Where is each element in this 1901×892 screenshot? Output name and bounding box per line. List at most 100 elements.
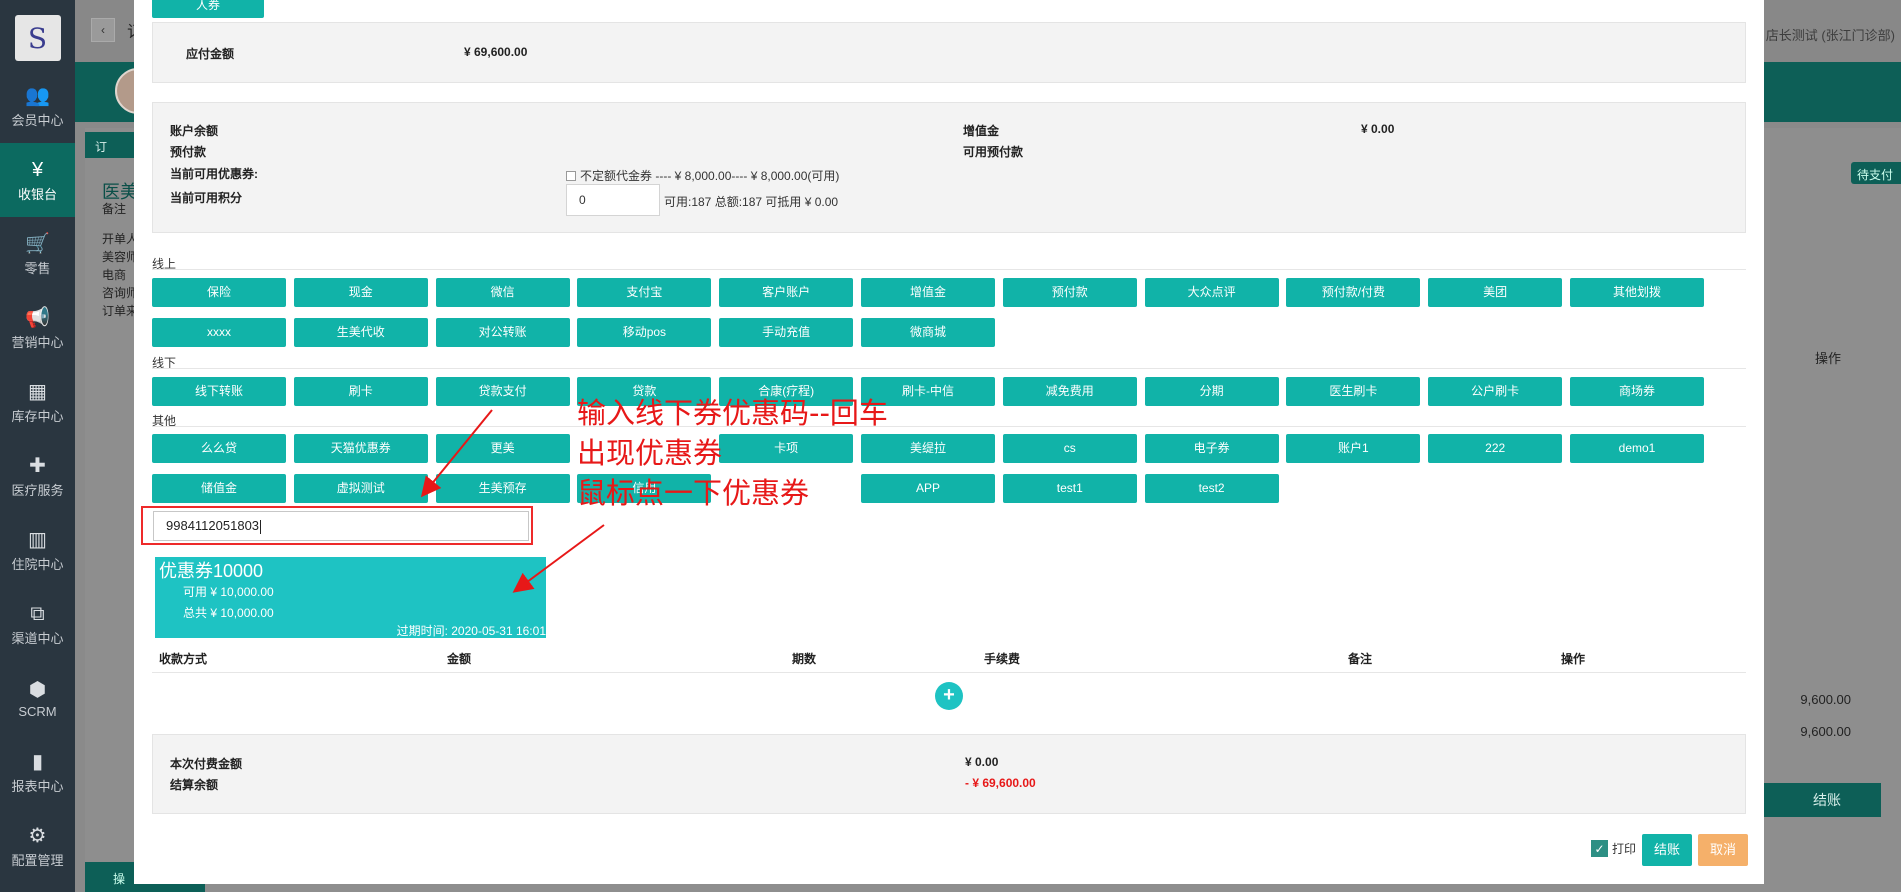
print-checkbox[interactable]: ✓ 打印 xyxy=(1591,840,1636,857)
other-pay-button-16[interactable]: APP xyxy=(861,474,995,503)
other-pay-button-0[interactable]: 么么贷 xyxy=(152,434,286,463)
points-input[interactable]: 0 xyxy=(566,184,660,216)
sidebar-item-7[interactable]: ⧉ 渠道中心 xyxy=(0,587,75,661)
other-pay-button-2[interactable]: 更美 xyxy=(435,434,570,463)
coupon-title: 优惠券10000 xyxy=(159,561,264,581)
other-pay-button-8[interactable]: 账户1 xyxy=(1286,434,1421,463)
sidebar-item-0[interactable]: 👥 会员中心 xyxy=(0,69,75,143)
yen-icon: ¥ xyxy=(31,158,44,181)
payable-panel: 应付金额 ¥ 69,600.00 xyxy=(152,22,1746,83)
grid-icon: ▦ xyxy=(28,380,47,403)
other-pay-button-4[interactable]: 卡项 xyxy=(719,434,854,463)
other-pay-button-9[interactable]: 222 xyxy=(1428,434,1563,463)
cancel-button[interactable]: 取消 xyxy=(1698,834,1748,866)
other-pay-button-10[interactable]: demo1 xyxy=(1570,434,1704,463)
col-method: 收款方式 xyxy=(159,652,208,666)
online-pay-button-12[interactable]: 生美代收 xyxy=(293,318,428,347)
chevron-left-icon: ‹ xyxy=(101,23,105,37)
offline-pay-button-9[interactable]: 公户刷卡 xyxy=(1428,377,1563,406)
megaphone-icon: 📢 xyxy=(25,306,50,329)
sidebar-item-label: 渠道中心 xyxy=(11,630,64,646)
sidebar-item-9[interactable]: ▮ 报表中心 xyxy=(0,735,75,809)
col-installments: 期数 xyxy=(792,652,817,666)
other-pay-button-11[interactable]: 储值金 xyxy=(152,474,286,503)
settle-button[interactable]: 结账 xyxy=(1642,834,1692,866)
medkit-icon: ✚ xyxy=(29,454,46,477)
add-row-button[interactable]: + xyxy=(935,682,963,710)
info-label: 备注 xyxy=(102,202,127,216)
checkbox-icon[interactable] xyxy=(566,170,576,181)
checkmark-icon[interactable]: ✓ xyxy=(1591,840,1608,857)
online-pay-button-15[interactable]: 手动充值 xyxy=(719,318,854,347)
coupon-code-input[interactable]: 9984112051803 xyxy=(153,511,529,541)
online-pay-button-6[interactable]: 预付款 xyxy=(1002,278,1137,307)
bg-checkout-button[interactable]: 结账 xyxy=(1773,783,1881,817)
online-pay-button-0[interactable]: 保险 xyxy=(152,278,286,307)
online-pay-button-10[interactable]: 其他划拨 xyxy=(1570,278,1704,307)
online-pay-button-8[interactable]: 预付款/付费 xyxy=(1286,278,1421,307)
divider xyxy=(152,269,1746,270)
divider xyxy=(152,672,1746,673)
back-button[interactable]: ‹ xyxy=(91,18,115,42)
sidebar-item-label: 住院中心 xyxy=(11,556,64,572)
offline-pay-button-7[interactable]: 分期 xyxy=(1144,377,1279,406)
coupon-available: 可用 ¥ 10,000.00 xyxy=(183,585,274,599)
other-pay-button-17[interactable]: test1 xyxy=(1002,474,1137,503)
online-pay-button-5[interactable]: 增值金 xyxy=(861,278,995,307)
sidebar-item-label: 会员中心 xyxy=(11,112,64,128)
sidebar-item-3[interactable]: 📢 营销中心 xyxy=(0,291,75,365)
coupon-card[interactable]: 优惠券10000 可用 ¥ 10,000.00 总共 ¥ 10,000.00 过… xyxy=(155,557,546,638)
other-pay-button-7[interactable]: 电子券 xyxy=(1144,434,1279,463)
sitemap-icon: ⧉ xyxy=(30,602,45,625)
sidebar-item-label: 零售 xyxy=(24,260,51,276)
col-amount: 金额 xyxy=(447,652,472,666)
online-pay-button-9[interactable]: 美团 xyxy=(1428,278,1563,307)
amount-cell: 9,600.00 xyxy=(1800,692,1851,707)
online-pay-button-16[interactable]: 微商城 xyxy=(861,318,995,347)
other-pay-button-1[interactable]: 天猫优惠券 xyxy=(293,434,428,463)
coupon-checkbox[interactable]: 不定额代金券 ---- ¥ 8,000.00---- ¥ 8,000.00(可用… xyxy=(566,167,839,184)
online-pay-button-7[interactable]: 大众点评 xyxy=(1144,278,1279,307)
sidebar-item-5[interactable]: ✚ 医疗服务 xyxy=(0,439,75,513)
online-pay-button-13[interactable]: 对公转账 xyxy=(435,318,570,347)
other-pay-button-5[interactable]: 美缇拉 xyxy=(861,434,995,463)
offline-pay-button-0[interactable]: 线下转账 xyxy=(152,377,286,406)
sidebar: S 👥 会员中心 ¥ 收银台 🛒 零售 📢 营销中心 ▦ 库存中心 ✚ 医疗服务 ▥ 住院中心 ⧉ 渠道中心 ⬢… xyxy=(0,0,75,892)
sidebar-item-2[interactable]: 🛒 零售 xyxy=(0,217,75,291)
offline-pay-button-1[interactable]: 刷卡 xyxy=(293,377,428,406)
usable-prepaid-label: 可用预付款 xyxy=(963,145,1024,159)
payable-value: ¥ 69,600.00 xyxy=(464,45,528,59)
online-pay-button-11[interactable]: xxxx xyxy=(152,318,286,347)
building-icon: ▥ xyxy=(28,528,47,551)
other-pay-button-18[interactable]: test2 xyxy=(1144,474,1279,503)
online-pay-button-14[interactable]: 移动pos xyxy=(577,318,712,347)
other-pay-button-12[interactable]: 虚拟测试 xyxy=(293,474,428,503)
top-action-button[interactable]: 人券 xyxy=(152,0,264,18)
bar-chart-icon: ▮ xyxy=(31,750,43,773)
online-pay-button-3[interactable]: 支付宝 xyxy=(577,278,712,307)
online-pay-button-2[interactable]: 微信 xyxy=(435,278,570,307)
coupon-option-label: 不定额代金券 ---- ¥ 8,000.00---- ¥ 8,000.00(可用… xyxy=(580,169,840,183)
annotation-line-3: 鼠标点一下优惠券 xyxy=(577,476,810,510)
offline-pay-button-6[interactable]: 减免费用 xyxy=(1002,377,1137,406)
balance-label: 账户余额 xyxy=(170,124,219,138)
offline-pay-button-8[interactable]: 医生刷卡 xyxy=(1286,377,1421,406)
other-pay-button-6[interactable]: cs xyxy=(1002,434,1137,463)
divider xyxy=(152,426,1746,427)
sidebar-item-4[interactable]: ▦ 库存中心 xyxy=(0,365,75,439)
sidebar-item-10[interactable]: ⚙ 配置管理 xyxy=(0,809,75,883)
sidebar-item-1[interactable]: ¥ 收银台 xyxy=(0,143,75,217)
col-action: 操作 xyxy=(1561,652,1586,666)
offline-pay-button-10[interactable]: 商场券 xyxy=(1570,377,1704,406)
other-pay-button-13[interactable]: 生美预存 xyxy=(435,474,570,503)
this-payment-value: ¥ 0.00 xyxy=(965,755,999,769)
sidebar-item-8[interactable]: ⬢ SCRM xyxy=(0,661,75,735)
status-badge: 待支付 xyxy=(1851,162,1901,184)
info-label: 咨询师 xyxy=(102,286,139,300)
balance-due-value: - ¥ 69,600.00 xyxy=(965,776,1036,790)
user-name[interactable]: 店长测试 (张江门诊部) xyxy=(1766,25,1895,44)
online-pay-button-1[interactable]: 现金 xyxy=(293,278,428,307)
online-pay-button-4[interactable]: 客户账户 xyxy=(719,278,854,307)
offline-pay-button-2[interactable]: 贷款支付 xyxy=(435,377,570,406)
sidebar-item-6[interactable]: ▥ 住院中心 xyxy=(0,513,75,587)
